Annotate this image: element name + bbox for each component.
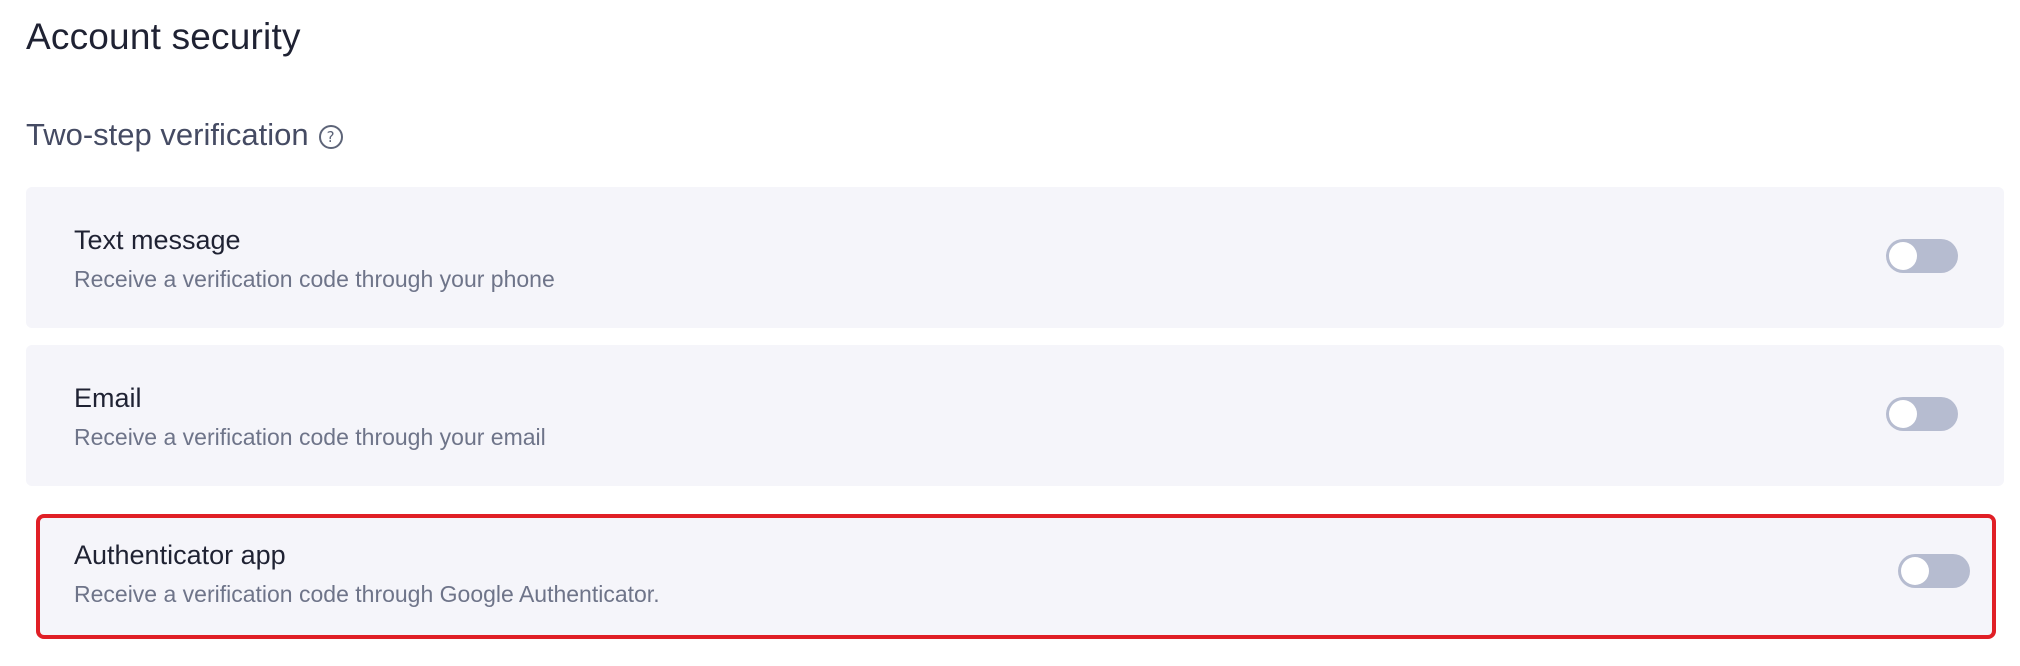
authenticator-app-toggle[interactable] (1898, 554, 1970, 588)
toggle-knob (1889, 400, 1917, 428)
question-circle-icon[interactable]: ? (318, 124, 343, 149)
email-toggle[interactable] (1886, 397, 1958, 431)
text-message-option: Text message Receive a verification code… (26, 187, 2004, 328)
authenticator-app-title: Authenticator app (74, 540, 286, 570)
authenticator-app-option: Authenticator app Receive a verification… (36, 514, 1996, 639)
toggle-knob (1901, 557, 1929, 585)
email-option: Email Receive a verification code throug… (26, 345, 2004, 486)
authenticator-app-text: Authenticator app Receive a verification… (74, 540, 660, 608)
text-message-toggle[interactable] (1886, 239, 1958, 273)
text-message-description: Receive a verification code through your… (74, 266, 555, 292)
text-message-title: Text message (74, 225, 241, 255)
page-title: Account security (26, 16, 301, 57)
email-title: Email (74, 383, 142, 413)
section-title: Two-step verification (26, 117, 309, 152)
email-description: Receive a verification code through your… (74, 424, 546, 450)
toggle-knob (1889, 242, 1917, 270)
text-message-text: Text message Receive a verification code… (74, 225, 555, 293)
two-step-verification-heading: Two-step verification ? (26, 117, 343, 153)
email-text: Email Receive a verification code throug… (74, 383, 546, 451)
authenticator-app-description: Receive a verification code through Goog… (74, 581, 660, 607)
